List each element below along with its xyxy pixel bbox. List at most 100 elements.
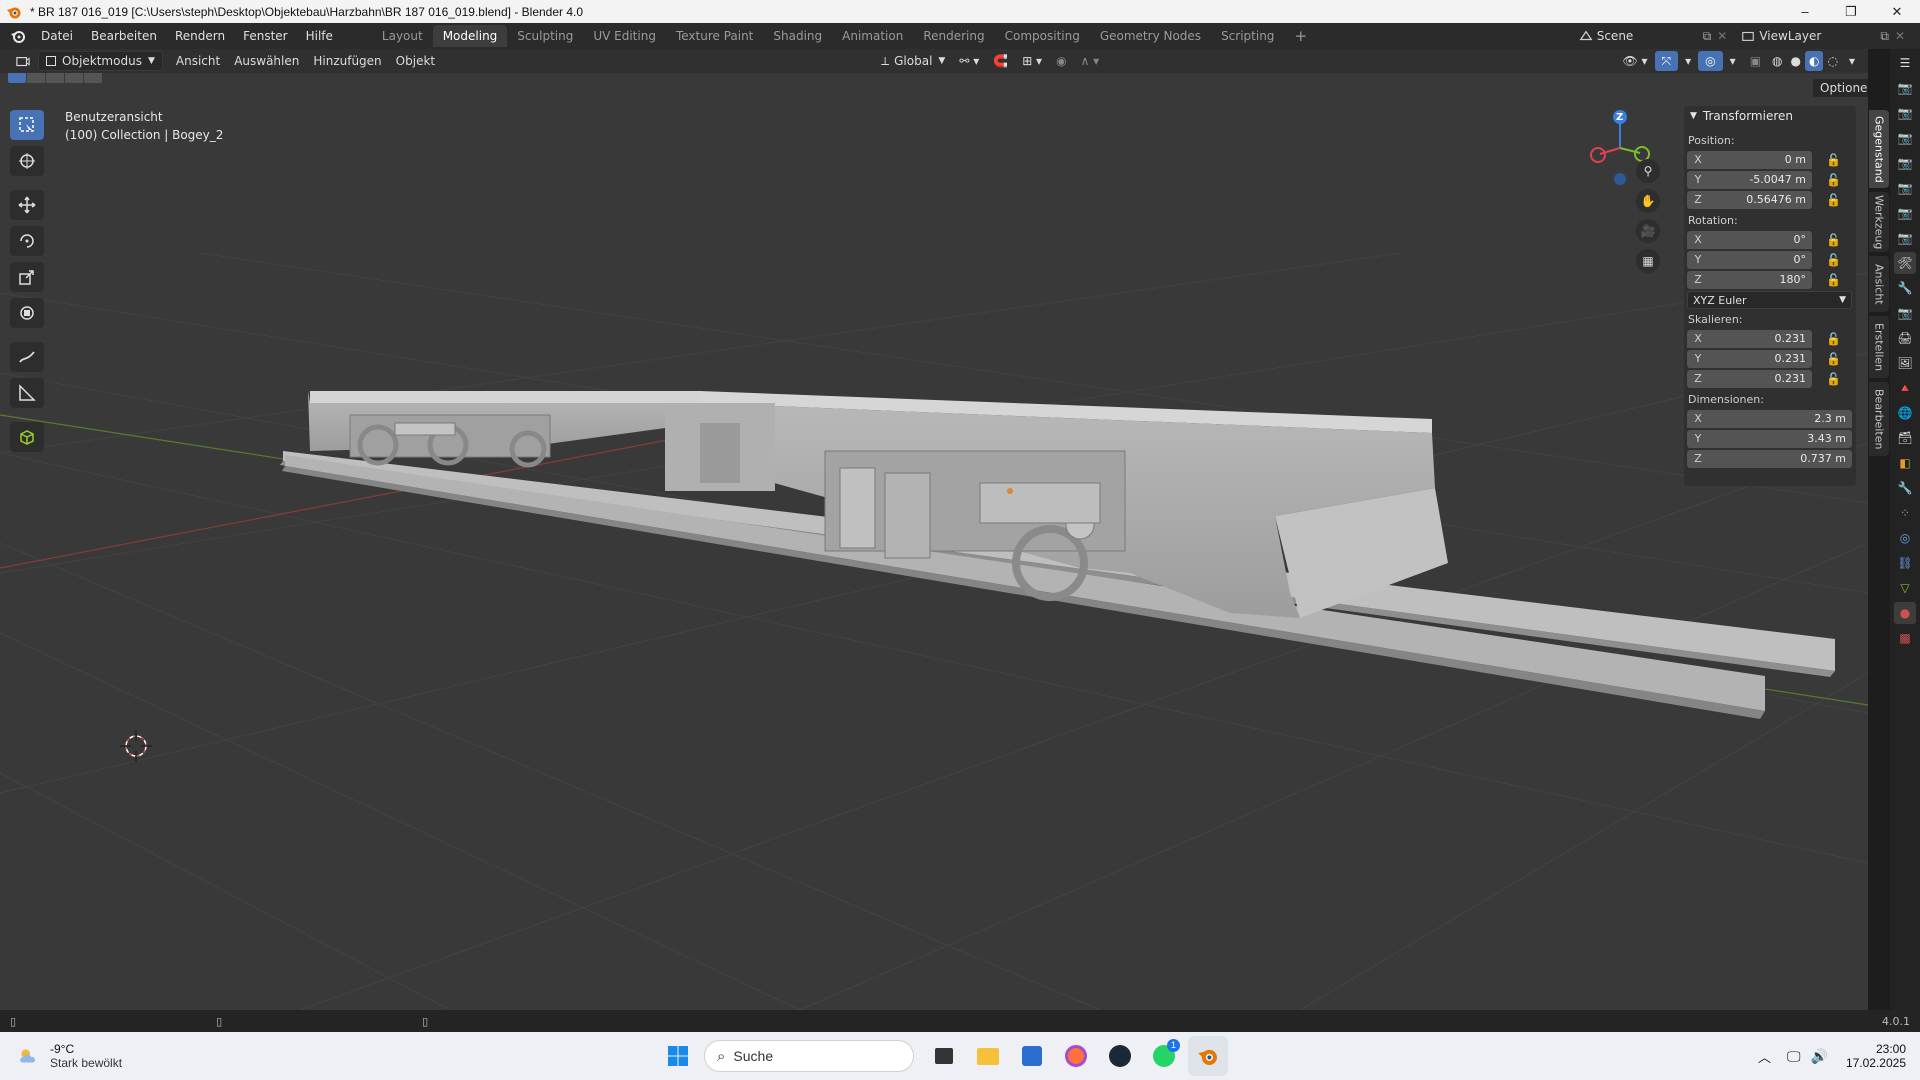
- lock-icon[interactable]: 🔓: [1826, 352, 1841, 366]
- proportional-edit-toggle[interactable]: ◉: [1049, 51, 1073, 71]
- overlay-toggle[interactable]: ◎: [1698, 51, 1723, 71]
- active-tool-icon[interactable]: 🛠: [1894, 252, 1916, 274]
- lock-icon[interactable]: 🔓: [1826, 372, 1841, 386]
- transform-tool[interactable]: [10, 298, 44, 328]
- editor-type-button[interactable]: [8, 51, 38, 71]
- weather-widget[interactable]: -9°C Stark bewölkt: [16, 1042, 656, 1070]
- tool-settings-icon[interactable]: 🔧: [1894, 277, 1916, 299]
- tab-erstellen[interactable]: Erstellen: [1869, 316, 1889, 378]
- scene-selector[interactable]: Scene ⧉ ✕: [1572, 26, 1735, 46]
- blender-app[interactable]: [1188, 1036, 1228, 1076]
- mode-selector[interactable]: Objektmodus ▼: [38, 51, 163, 71]
- xray-toggle[interactable]: ▣: [1743, 51, 1768, 71]
- tab-texture-paint[interactable]: Texture Paint: [666, 25, 763, 47]
- rotation-mode-select[interactable]: XYZ Euler ▼: [1687, 291, 1852, 309]
- gizmo-toggle[interactable]: ⤧: [1654, 51, 1679, 71]
- tab-gegenstand[interactable]: Gegenstand: [1869, 110, 1889, 188]
- tab-sculpting[interactable]: Sculpting: [507, 25, 583, 47]
- measure-tool[interactable]: [10, 378, 44, 408]
- menu-hinzufuegen[interactable]: Hinzufügen: [306, 51, 388, 71]
- annotate-tool[interactable]: [10, 342, 44, 372]
- lock-icon[interactable]: 🔓: [1826, 173, 1841, 187]
- lock-icon[interactable]: 🔓: [1826, 332, 1841, 346]
- falloff-selector[interactable]: ∧ ▾: [1074, 51, 1107, 71]
- taskbar-search[interactable]: ⌕ Suche: [704, 1040, 914, 1072]
- menu-fenster[interactable]: Fenster: [234, 25, 297, 47]
- dimensions-z-field[interactable]: Z 0.737 m: [1687, 449, 1852, 468]
- particles-icon[interactable]: ⁘: [1894, 502, 1916, 524]
- select-subtract-button[interactable]: [46, 73, 64, 83]
- object-icon[interactable]: ◧: [1894, 452, 1916, 474]
- select-box-tool[interactable]: [10, 110, 44, 140]
- pan-hand-icon[interactable]: ✋: [1636, 189, 1660, 213]
- dimensions-x-field[interactable]: X 2.3 m: [1687, 409, 1852, 428]
- zoom-icon[interactable]: ⚲: [1636, 159, 1660, 183]
- shading-rendered[interactable]: ◌: [1823, 51, 1841, 71]
- task-view-app[interactable]: [924, 1036, 964, 1076]
- tab-bearbeiten[interactable]: Bearbeiten: [1869, 382, 1889, 456]
- collection-icon[interactable]: 🗃: [1894, 427, 1916, 449]
- transform-panel-header[interactable]: ▼ Transformieren: [1684, 106, 1856, 126]
- camera-view-icon[interactable]: 🎥: [1636, 219, 1660, 243]
- data-icon[interactable]: ▽: [1894, 577, 1916, 599]
- menu-rendern[interactable]: Rendern: [166, 25, 234, 47]
- add-cube-tool[interactable]: [10, 422, 44, 452]
- start-button[interactable]: [658, 1036, 698, 1076]
- lock-icon[interactable]: 🔓: [1826, 193, 1841, 207]
- modifier-wrench-icon[interactable]: 🔧: [1894, 477, 1916, 499]
- tab-ansicht[interactable]: Ansicht: [1869, 256, 1889, 312]
- scene-icon[interactable]: 🔺: [1894, 377, 1916, 399]
- scale-y-field[interactable]: Y 0.231: [1687, 349, 1812, 368]
- rotation-x-field[interactable]: X 0°: [1687, 230, 1812, 249]
- menu-objekt[interactable]: Objekt: [389, 51, 442, 71]
- camera-icon[interactable]: 📷: [1894, 227, 1916, 249]
- tab-compositing[interactable]: Compositing: [995, 25, 1090, 47]
- rotation-z-field[interactable]: Z 180°: [1687, 270, 1812, 289]
- cursor-tool[interactable]: [10, 146, 44, 176]
- move-tool[interactable]: [10, 190, 44, 220]
- chevron-up-icon[interactable]: ︿: [1758, 1047, 1771, 1066]
- menu-auswaehlen[interactable]: Auswählen: [227, 51, 306, 71]
- camera-icon[interactable]: 📷: [1894, 152, 1916, 174]
- menu-hilfe[interactable]: Hilfe: [297, 25, 342, 47]
- overlay-options[interactable]: ▾: [1723, 51, 1743, 71]
- view-layer-icon[interactable]: 🖼: [1894, 352, 1916, 374]
- whatsapp-app[interactable]: 1: [1144, 1036, 1184, 1076]
- select-new-button[interactable]: [8, 73, 26, 83]
- ms-store-app[interactable]: [1012, 1036, 1052, 1076]
- tab-geometry-nodes[interactable]: Geometry Nodes: [1090, 25, 1211, 47]
- transform-orientation-selector[interactable]: ⟂ Global ▼: [874, 51, 952, 71]
- tab-animation[interactable]: Animation: [832, 25, 913, 47]
- world-icon[interactable]: 🌐: [1894, 402, 1916, 424]
- position-x-field[interactable]: X0 m: [1687, 150, 1812, 169]
- menu-ansicht[interactable]: Ansicht: [169, 51, 227, 71]
- physics-icon[interactable]: ◎: [1894, 527, 1916, 549]
- scene-copy-icon[interactable]: ⧉: [1703, 26, 1712, 46]
- gizmo-options[interactable]: ▾: [1678, 51, 1698, 71]
- scale-tool[interactable]: [10, 262, 44, 292]
- tab-rendering[interactable]: Rendering: [913, 25, 994, 47]
- maximize-button[interactable]: ❐: [1828, 0, 1874, 23]
- tab-scripting[interactable]: Scripting: [1211, 25, 1284, 47]
- ortho-grid-icon[interactable]: ▦: [1636, 249, 1660, 273]
- camera-icon[interactable]: 📷: [1894, 77, 1916, 99]
- close-button[interactable]: ✕: [1874, 0, 1920, 23]
- viewlayer-copy-icon[interactable]: ⧉: [1880, 26, 1889, 46]
- position-z-field[interactable]: Z 0.56476 m: [1687, 190, 1812, 209]
- select-intersect-button[interactable]: [84, 73, 102, 83]
- lock-icon[interactable]: 🔓: [1826, 273, 1841, 287]
- properties-editor-icon[interactable]: ☰: [1894, 52, 1916, 74]
- viewlayer-selector[interactable]: ViewLayer ⧉ ✕: [1734, 26, 1912, 46]
- shading-solid[interactable]: ●: [1787, 51, 1805, 71]
- snap-target-selector[interactable]: ⊞ ▾: [1015, 51, 1049, 71]
- network-icon[interactable]: 🖵: [1787, 1048, 1801, 1065]
- shading-wireframe[interactable]: ◍: [1768, 51, 1786, 71]
- tab-modeling[interactable]: Modeling: [432, 25, 508, 47]
- rotation-y-field[interactable]: Y 0°: [1687, 250, 1812, 269]
- menu-datei[interactable]: Datei: [32, 25, 82, 47]
- tab-shading[interactable]: Shading: [763, 25, 832, 47]
- texture-icon[interactable]: ▩: [1894, 627, 1916, 649]
- camera-icon[interactable]: 📷: [1894, 102, 1916, 124]
- steam-app[interactable]: [1100, 1036, 1140, 1076]
- options-dropdown[interactable]: Optionen ▼: [1812, 78, 1868, 98]
